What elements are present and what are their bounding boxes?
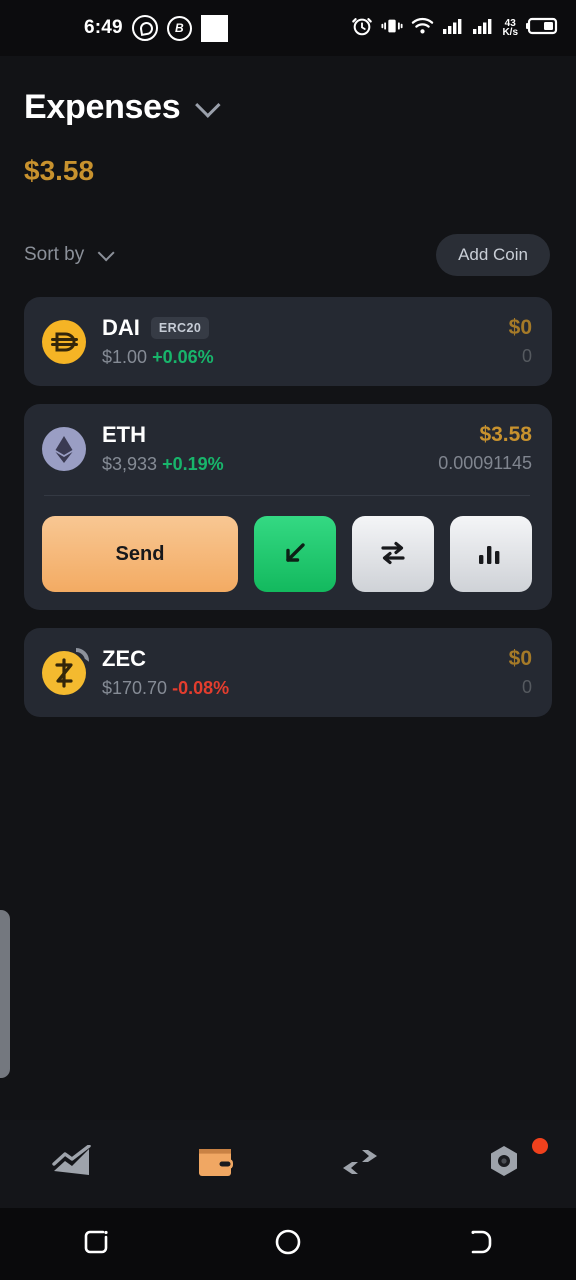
coin-price-line: $170.70 -0.08% (102, 678, 499, 699)
coin-symbol: ZEC (102, 646, 146, 671)
coin-fiat-value: $0 (508, 647, 532, 670)
chevron-down-icon[interactable] (97, 244, 115, 262)
wifi-icon (411, 17, 434, 40)
home-icon (271, 1225, 305, 1264)
coin-change: +0.19% (162, 454, 224, 474)
wallet-icon (197, 1145, 235, 1184)
exchange-arrows-icon (341, 1145, 379, 1184)
zec-coin-icon (42, 647, 89, 695)
back-icon (463, 1225, 497, 1264)
coin-actions: Send (42, 516, 532, 592)
coin-symbol: DAI (102, 315, 140, 340)
page-title: Expenses (24, 88, 181, 126)
back-button[interactable] (384, 1225, 576, 1264)
coin-row: DAI ERC20 $1.00 +0.06% $0 0 (42, 315, 532, 368)
nav-item-wallet[interactable] (144, 1120, 288, 1208)
coin-card-dai[interactable]: DAI ERC20 $1.00 +0.06% $0 0 (24, 297, 552, 386)
coin-info: ETH $3,933 +0.19% (102, 422, 428, 475)
coin-amount: 0 (521, 677, 532, 697)
dai-coin-icon (42, 319, 86, 364)
receive-button[interactable] (254, 516, 336, 592)
coin-name-line: ZEC (102, 646, 499, 672)
coin-info: DAI ERC20 $1.00 +0.06% (102, 315, 499, 368)
swap-button[interactable] (352, 516, 434, 592)
coin-info: ZEC $170.70 -0.08% (102, 646, 499, 699)
signal-1-icon (442, 17, 464, 40)
send-button[interactable]: Send (42, 516, 238, 592)
chevron-down-icon[interactable] (195, 91, 221, 118)
settings-nut-icon (485, 1143, 523, 1186)
bar-chart-icon (476, 538, 506, 571)
coin-price: $3,933 (102, 454, 158, 474)
card-divider (44, 495, 530, 496)
alarm-icon (351, 15, 373, 42)
add-coin-button[interactable]: Add Coin (436, 234, 550, 276)
coin-price: $170.70 (102, 678, 168, 698)
nav-item-exchange[interactable] (288, 1120, 432, 1208)
recents-icon (79, 1225, 113, 1264)
coin-fiat-value: $3.58 (479, 423, 532, 446)
coin-row: ZEC $170.70 -0.08% $0 0 (42, 646, 532, 699)
status-bar-left: 6:49 B (84, 14, 228, 42)
status-bar-right: 43 K/s (351, 15, 560, 42)
wallet-selector[interactable]: Expenses (0, 56, 576, 127)
app-screen: 6:49 B 43 K/s Expenses $3.58 Sort by Add… (0, 0, 576, 1280)
status-bar: 6:49 B 43 K/s (0, 0, 576, 56)
swap-arrows-icon (376, 536, 410, 573)
white-square-icon (200, 14, 228, 42)
chart-button[interactable] (450, 516, 532, 592)
coin-change: -0.08% (172, 678, 230, 698)
battery-icon (526, 17, 560, 40)
sort-bar: Sort by Add Coin (0, 229, 576, 281)
vibrate-icon (381, 16, 403, 41)
coin-name-line: ETH (102, 422, 428, 448)
eth-coin-icon (42, 426, 86, 471)
coin-symbol: ETH (102, 422, 146, 447)
coin-amount: 0.00091145 (438, 453, 532, 473)
coin-holdings: $0 0 (509, 316, 532, 367)
coin-card-eth[interactable]: ETH $3,933 +0.19% $3.58 0.00091145 Send (24, 404, 552, 610)
coin-price-line: $3,933 +0.19% (102, 454, 428, 475)
nav-item-settings[interactable] (432, 1120, 576, 1208)
whatsapp-icon (131, 15, 158, 41)
network-speed-unit: K/s (502, 27, 518, 38)
coin-amount: 0 (521, 346, 532, 366)
coin-network-badge: ERC20 (150, 317, 210, 339)
page-header: Expenses $3.58 (0, 56, 576, 187)
coin-price: $1.00 (102, 347, 148, 367)
bottom-navigation (0, 1120, 576, 1208)
coin-holdings: $3.58 0.00091145 (438, 423, 532, 474)
notification-dot (532, 1138, 548, 1154)
recents-button[interactable] (0, 1225, 192, 1264)
status-time: 6:49 (84, 17, 123, 38)
signal-2-icon (472, 17, 494, 40)
nav-item-market[interactable] (0, 1120, 144, 1208)
coin-fiat-value: $0 (508, 316, 532, 339)
network-speed-indicator: 43 K/s (502, 19, 518, 38)
circled-b-icon: B (166, 15, 192, 41)
coin-name-line: DAI ERC20 (102, 315, 499, 341)
coin-change: +0.06% (152, 347, 214, 367)
android-navigation-bar (0, 1208, 576, 1280)
sort-by-label[interactable]: Sort by (24, 244, 84, 266)
market-chart-icon (52, 1143, 92, 1184)
edge-gesture-handle[interactable] (0, 910, 10, 1078)
coin-price-line: $1.00 +0.06% (102, 347, 499, 368)
coin-holdings: $0 0 (509, 647, 532, 698)
arrow-down-left-icon (278, 536, 312, 573)
total-balance: $3.58 (24, 155, 95, 186)
coin-list: DAI ERC20 $1.00 +0.06% $0 0 ETH $3,933 +… (24, 297, 552, 735)
coin-card-zec[interactable]: ZEC $170.70 -0.08% $0 0 (24, 628, 552, 717)
coin-row: ETH $3,933 +0.19% $3.58 0.00091145 (42, 422, 532, 475)
home-button[interactable] (192, 1225, 384, 1264)
